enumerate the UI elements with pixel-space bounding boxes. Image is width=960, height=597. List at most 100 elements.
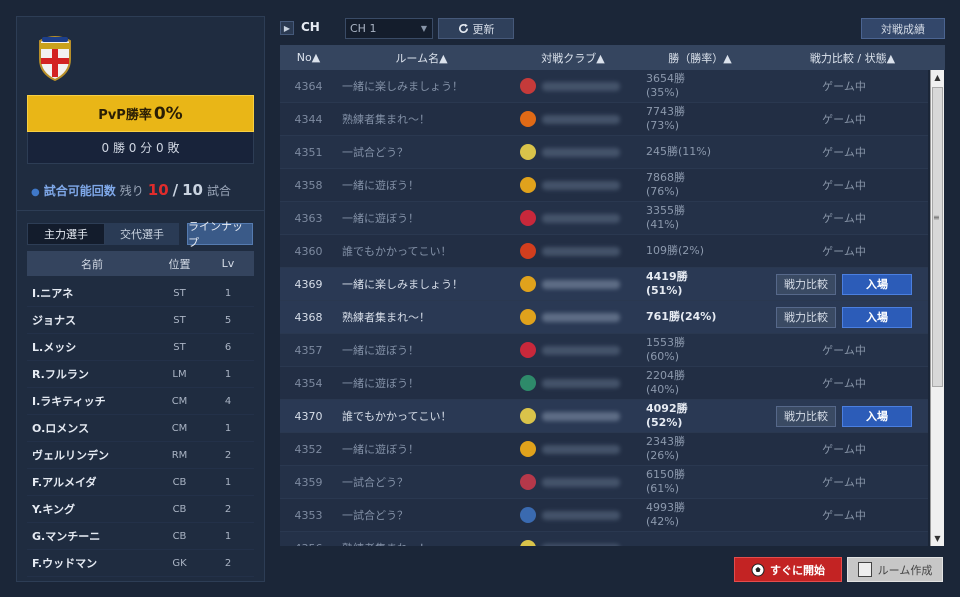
lineup-button[interactable]: ラインナップ bbox=[187, 220, 253, 249]
player-row[interactable]: F.アルメイダ CB 1 bbox=[27, 469, 254, 496]
player-row[interactable]: I.ニアネ ST 1 bbox=[27, 280, 254, 307]
room-row[interactable]: 4359 一試合どう？ 6150勝 (61%) ゲーム中 bbox=[280, 466, 928, 499]
room-status-cell: 戦力比較 入場 bbox=[760, 306, 928, 328]
room-status-cell: ゲーム中 bbox=[760, 441, 928, 457]
room-wins: 7868勝 (76%) bbox=[640, 171, 760, 199]
club-emblem-icon bbox=[520, 375, 536, 391]
player-row[interactable]: Y.キング CB 2 bbox=[27, 496, 254, 523]
room-win-count: 7743勝 bbox=[646, 105, 685, 118]
club-name-redacted bbox=[542, 444, 620, 454]
room-row[interactable]: 4351 一試合どう？ 245勝(11%) ゲーム中 bbox=[280, 136, 928, 169]
room-create-icon bbox=[857, 562, 872, 577]
pvp-value: 0% bbox=[153, 103, 183, 124]
player-position: GK bbox=[172, 557, 187, 569]
enter-button[interactable]: 入場 bbox=[842, 306, 912, 328]
scroll-thumb[interactable] bbox=[932, 87, 943, 387]
sort-no[interactable]: No▲ bbox=[280, 51, 337, 64]
room-row[interactable]: 4370 誰でもかかってこい！ 4092勝 (52%) 戦力比較 入場 bbox=[280, 400, 928, 433]
refresh-label: 更新 bbox=[472, 22, 495, 36]
play-arrow-icon[interactable]: ▶ bbox=[280, 21, 294, 35]
room-row[interactable]: 4358 一緒に遊ぼう！ 7868勝 (76%) ゲーム中 bbox=[280, 169, 928, 202]
sort-wins[interactable]: 勝（勝率）▲ bbox=[640, 50, 760, 66]
player-row[interactable]: ヴェルリンデン RM 2 bbox=[27, 442, 254, 469]
room-status-cell: 戦力比較 入場 bbox=[760, 273, 928, 295]
opponent-club bbox=[506, 408, 640, 424]
match-results-button[interactable]: 対戦成績 bbox=[861, 18, 945, 39]
player-list: I.ニアネ ST 1 ジョナス ST 5 L.メッシ ST 6 R.フルラン LM 1 I.ラキティッチ… bbox=[27, 280, 254, 577]
opponent-club bbox=[506, 111, 640, 127]
room-win-rate: (73%) bbox=[646, 119, 680, 132]
compare-button[interactable]: 戦力比較 bbox=[776, 306, 836, 328]
header-level: Lv bbox=[221, 257, 235, 270]
room-row[interactable]: 4368 熟練者集まれ～！ 761勝(24%) 戦力比較 入場 bbox=[280, 301, 928, 334]
room-number: 4369 bbox=[294, 277, 323, 291]
create-room-button[interactable]: ルーム作成 bbox=[847, 557, 943, 582]
scroll-down-icon[interactable]: ▼ bbox=[931, 532, 944, 545]
profile-panel: PvP勝率 0% 0 勝 0 分 0 敗 ● 試合可能回数 残り 10 / 10… bbox=[16, 16, 265, 582]
room-wins: 3355勝 (41%) bbox=[640, 204, 760, 232]
compare-button[interactable]: 戦力比較 bbox=[776, 405, 836, 427]
room-row[interactable]: 4363 一緒に遊ぼう！ 3355勝 (41%) ゲーム中 bbox=[280, 202, 928, 235]
sort-club[interactable]: 対戦クラブ▲ bbox=[506, 50, 640, 66]
room-row[interactable]: 4356熟練者集まれ～！ bbox=[280, 532, 928, 546]
scroll-up-icon[interactable]: ▲ bbox=[931, 71, 944, 84]
player-row[interactable]: G.マンチーニ CB 1 bbox=[27, 523, 254, 550]
club-emblem-icon bbox=[520, 540, 536, 546]
room-win-rate: (60%) bbox=[646, 350, 680, 363]
room-wins: 1553勝 (60%) bbox=[640, 336, 760, 364]
room-list: 4364 一緒に楽しみましょう！ 3654勝 (35%) ゲーム中 4344 熟練者集まれ～… bbox=[280, 70, 928, 546]
header-name: 名前 bbox=[81, 257, 103, 271]
room-name: 一緒に遊ぼう！ bbox=[342, 443, 419, 456]
player-name: L.メッシ bbox=[32, 341, 77, 354]
player-level: 6 bbox=[224, 341, 232, 353]
club-emblem-icon bbox=[520, 342, 536, 358]
enter-button[interactable]: 入場 bbox=[842, 405, 912, 427]
player-row[interactable]: L.メッシ ST 6 bbox=[27, 334, 254, 361]
player-row[interactable]: F.ウッドマン GK 2 bbox=[27, 550, 254, 577]
win-loss-record: 0 勝 0 分 0 敗 bbox=[27, 132, 254, 164]
player-position: CB bbox=[172, 503, 187, 515]
room-row[interactable]: 4369 一緒に楽しみましょう！ 4419勝 (51%) 戦力比較 入場 bbox=[280, 268, 928, 301]
player-name: F.ウッドマン bbox=[32, 557, 98, 570]
room-win-rate: (52%) bbox=[646, 416, 683, 429]
compare-button[interactable]: 戦力比較 bbox=[776, 273, 836, 295]
refresh-button[interactable]: 更新 bbox=[438, 18, 514, 39]
room-status-cell: ゲーム中 bbox=[760, 507, 928, 523]
room-row[interactable]: 4352 一緒に遊ぼう！ 2343勝 (26%) ゲーム中 bbox=[280, 433, 928, 466]
player-level: 1 bbox=[224, 530, 232, 542]
tab-sub-players[interactable]: 交代選手 bbox=[105, 223, 179, 245]
player-row[interactable]: R.フルラン LM 1 bbox=[27, 361, 254, 388]
room-list-scrollbar[interactable]: ▲ ≡ ▼ bbox=[930, 70, 944, 546]
opponent-club bbox=[506, 342, 640, 358]
player-position: CB bbox=[172, 530, 187, 542]
room-wins: 2343勝 (26%) bbox=[640, 435, 760, 463]
tab-main-players[interactable]: 主力選手 bbox=[27, 223, 105, 245]
room-row[interactable]: 4354 一緒に遊ぼう！ 2204勝 (40%) ゲーム中 bbox=[280, 367, 928, 400]
enter-button[interactable]: 入場 bbox=[842, 273, 912, 295]
room-status-cell: 戦力比較 入場 bbox=[760, 405, 928, 427]
sort-status[interactable]: 戦力比較 / 状態▲ bbox=[760, 50, 945, 66]
opponent-club bbox=[506, 474, 640, 490]
player-table-header: 名前 位置 Lv bbox=[27, 251, 254, 276]
opponent-club bbox=[506, 375, 640, 391]
room-row[interactable]: 4353 一試合どう？ 4993勝 (42%) ゲーム中 bbox=[280, 499, 928, 532]
room-row[interactable]: 4344 熟練者集まれ～！ 7743勝 (73%) ゲーム中 bbox=[280, 103, 928, 136]
player-row[interactable]: ジョナス ST 5 bbox=[27, 307, 254, 334]
room-win-rate: (76%) bbox=[646, 185, 680, 198]
room-status: ゲーム中 bbox=[822, 146, 866, 159]
club-emblem-icon bbox=[520, 408, 536, 424]
room-win-rate: (42%) bbox=[646, 515, 680, 528]
quick-start-button[interactable]: すぐに開始 bbox=[734, 557, 842, 582]
room-row[interactable]: 4364 一緒に楽しみましょう！ 3654勝 (35%) ゲーム中 bbox=[280, 70, 928, 103]
room-row[interactable]: 4360 誰でもかかってこい！ 109勝(2%) ゲーム中 bbox=[280, 235, 928, 268]
room-wins: 4419勝 (51%) bbox=[640, 270, 760, 298]
sort-room-name[interactable]: ルーム名▲ bbox=[337, 50, 506, 66]
room-status-cell: ゲーム中 bbox=[760, 210, 928, 226]
opponent-club bbox=[506, 78, 640, 94]
channel-select[interactable]: CH 1 ▼ bbox=[345, 18, 433, 39]
room-row[interactable]: 4357 一緒に遊ぼう！ 1553勝 (60%) ゲーム中 bbox=[280, 334, 928, 367]
player-row[interactable]: I.ラキティッチ CM 4 bbox=[27, 388, 254, 415]
player-row[interactable]: O.ロメンス CM 1 bbox=[27, 415, 254, 442]
room-wins: 3654勝 (35%) bbox=[640, 72, 760, 100]
room-name: 一緒に楽しみましょう！ bbox=[342, 80, 463, 93]
